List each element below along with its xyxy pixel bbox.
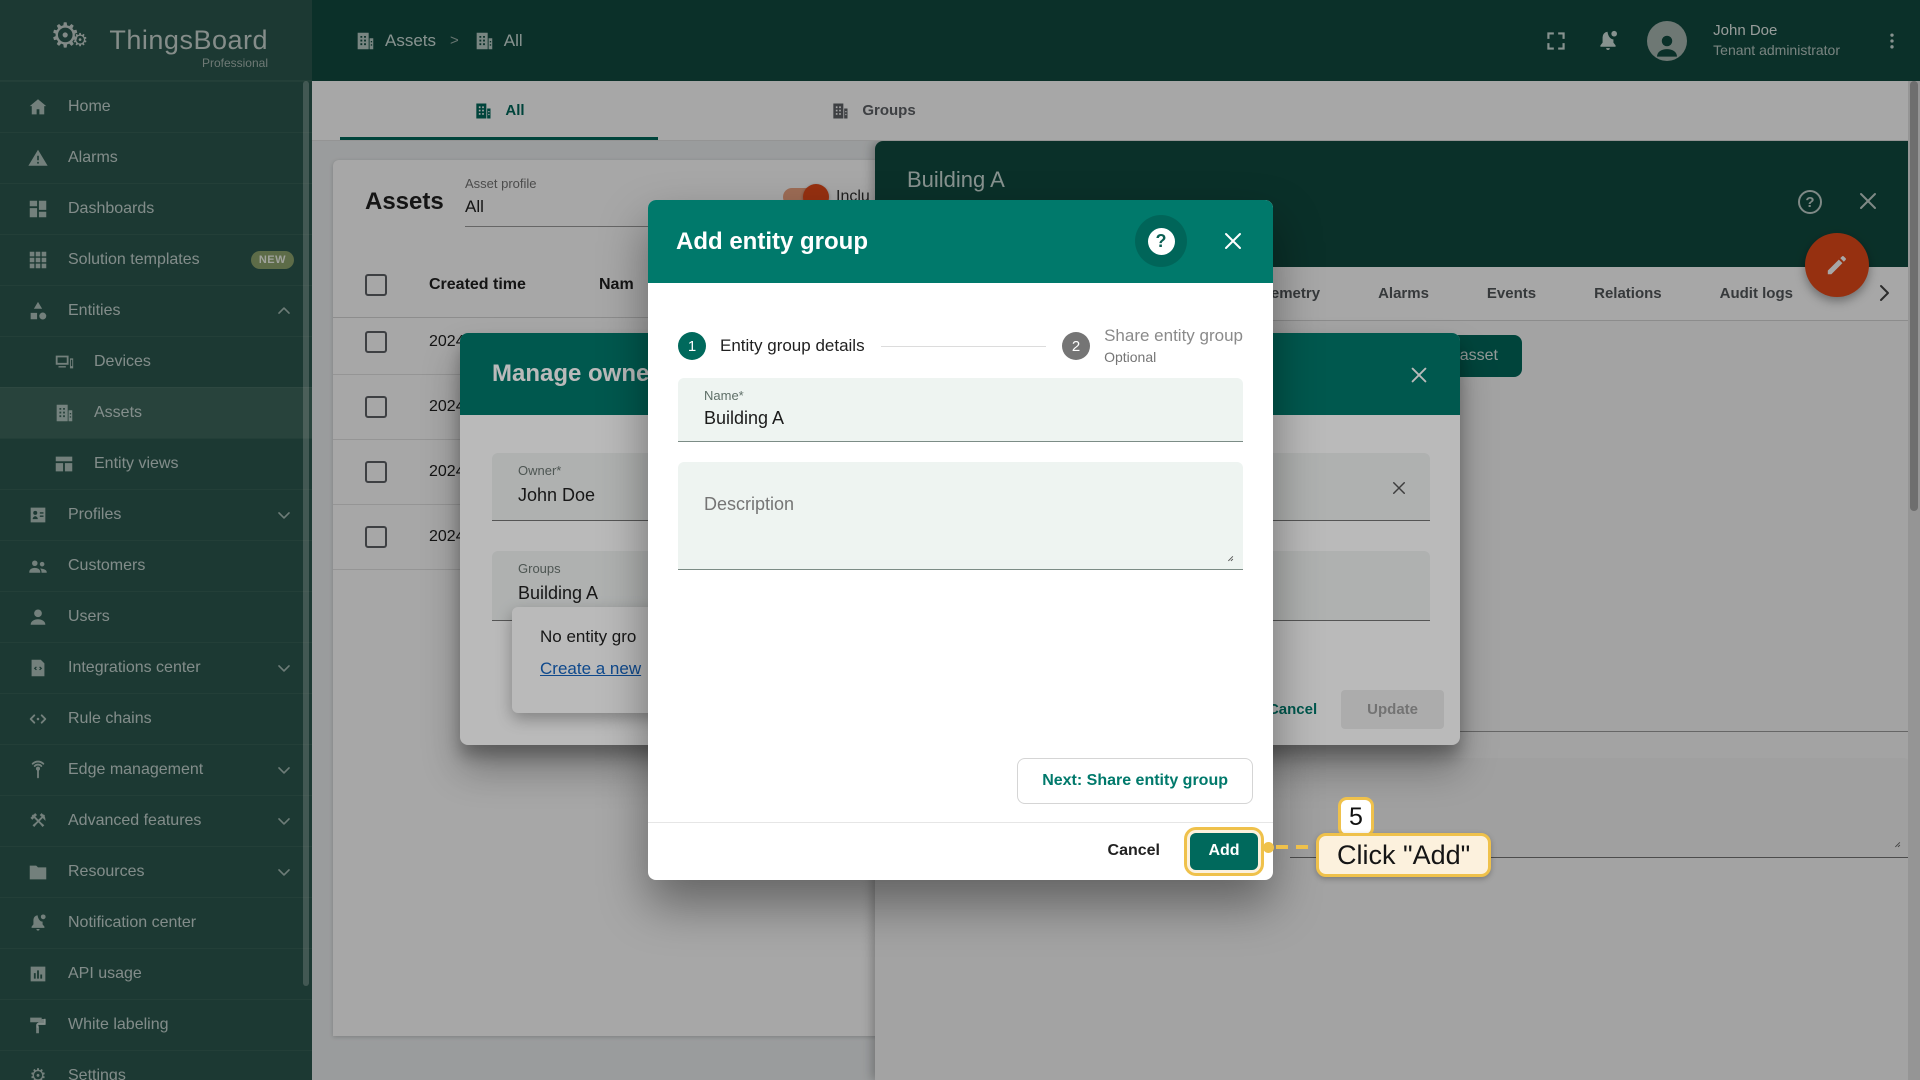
stepper: 1 Entity group details 2 Share entity gr… <box>678 318 1243 374</box>
help-icon[interactable]: ? <box>1135 215 1187 267</box>
description-input[interactable] <box>678 462 1243 569</box>
step-2-number: 2 <box>1062 332 1090 360</box>
next-share-entity-group-button[interactable]: Next: Share entity group <box>1017 758 1253 804</box>
step-1[interactable]: 1 Entity group details <box>678 332 865 360</box>
close-icon[interactable] <box>1221 229 1245 253</box>
stepper-connector <box>881 346 1046 347</box>
add-dialog-title: Add entity group <box>676 228 868 256</box>
step-2-label: Share entity group <box>1104 325 1243 346</box>
add-entity-group-dialog: Add entity group ? 1 Entity group detail… <box>648 200 1273 880</box>
resize-handle-icon <box>1221 549 1235 563</box>
step-2-optional: Optional <box>1104 349 1243 367</box>
annotation-connector-line <box>1276 845 1320 849</box>
step-2[interactable]: 2 Share entity group Optional <box>1062 325 1243 367</box>
annotation-instruction: Click "Add" <box>1316 833 1491 877</box>
cancel-button[interactable]: Cancel <box>1108 842 1160 860</box>
annotation-step-number: 5 <box>1338 797 1374 837</box>
annotation-connector-dot <box>1263 842 1274 853</box>
description-field <box>678 462 1243 570</box>
add-button[interactable]: Add <box>1190 833 1258 870</box>
name-input[interactable] <box>704 408 1217 429</box>
thingsboard-app: ⚙⚙ ThingsBoard Professional HomeAlarmsDa… <box>0 0 1920 1080</box>
step-1-label: Entity group details <box>720 336 865 356</box>
name-field: Name* <box>678 378 1243 442</box>
name-label: Name* <box>704 388 1217 403</box>
step-1-number: 1 <box>678 332 706 360</box>
